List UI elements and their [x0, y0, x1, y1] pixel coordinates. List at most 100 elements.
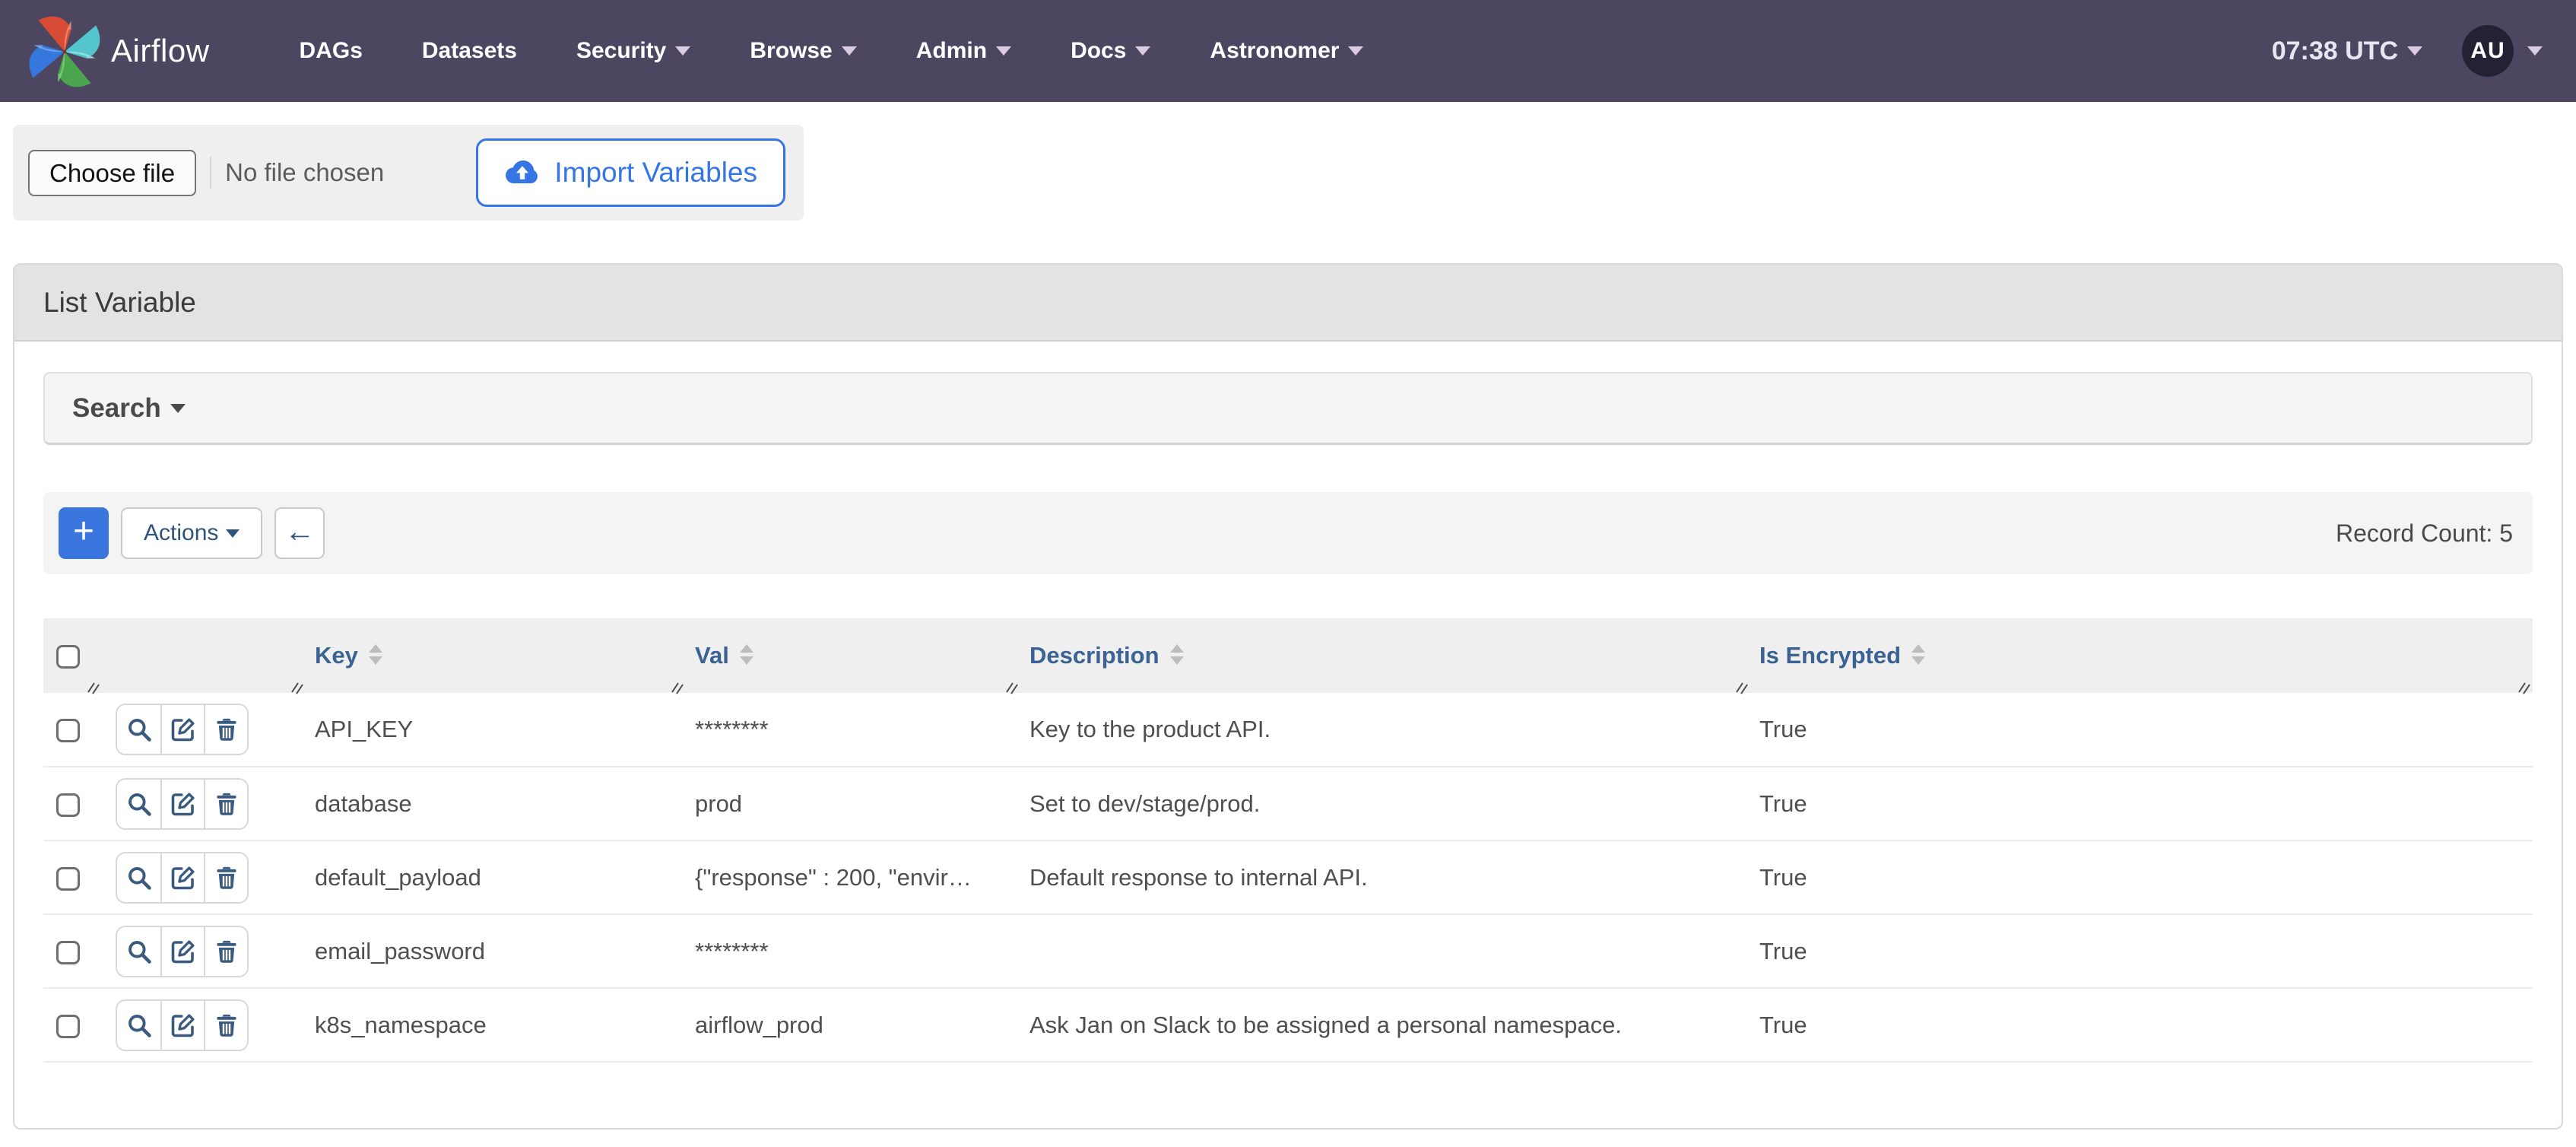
nav-item-browse[interactable]: Browse	[750, 38, 856, 64]
caret-down-icon	[675, 46, 690, 56]
view-record-button[interactable]	[117, 927, 160, 976]
delete-record-button[interactable]	[204, 780, 247, 828]
column-header-description[interactable]: Description	[1011, 618, 1741, 693]
delete-record-button[interactable]	[204, 853, 247, 902]
cloud-upload-icon	[504, 159, 541, 186]
cell-val: ********	[677, 914, 1011, 988]
cell-is-encrypted: True	[1741, 693, 2533, 767]
view-record-button[interactable]	[117, 1001, 160, 1050]
select-all-checkbox[interactable]	[56, 645, 80, 669]
nav-item-security[interactable]: Security	[576, 38, 690, 64]
row-actions-cell	[93, 988, 297, 1062]
cell-is-encrypted: True	[1741, 767, 2533, 840]
cell-description	[1011, 914, 1741, 988]
search-toggle[interactable]: Search	[43, 372, 2533, 445]
cell-key: k8s_namespace	[297, 988, 677, 1062]
airflow-pinwheel-logo	[27, 14, 100, 87]
back-button[interactable]: ←	[274, 507, 325, 559]
user-menu[interactable]: AU	[2462, 25, 2543, 77]
panel-header: List Variable	[14, 265, 2562, 342]
cell-description: Ask Jan on Slack to be assigned a person…	[1011, 988, 1741, 1062]
row-actions-cell	[93, 767, 297, 840]
row-checkbox[interactable]	[56, 719, 80, 742]
cell-description: Set to dev/stage/prod.	[1011, 767, 1741, 840]
caret-down-icon	[842, 46, 857, 56]
cell-is-encrypted: True	[1741, 988, 2533, 1062]
view-record-button[interactable]	[117, 705, 160, 754]
caret-down-icon	[1135, 46, 1150, 56]
file-input[interactable]: Choose file No file chosen	[28, 150, 384, 196]
list-variable-panel: List Variable Search + Actions ← Record …	[13, 263, 2563, 1130]
user-avatar[interactable]: AU	[2462, 25, 2514, 77]
brand-name: Airflow	[111, 33, 210, 69]
row-checkbox[interactable]	[56, 867, 80, 891]
column-header-key[interactable]: Key	[297, 618, 677, 693]
row-action-group	[116, 778, 249, 830]
actions-label: Actions	[144, 520, 218, 546]
row-checkbox[interactable]	[56, 793, 80, 817]
view-record-button[interactable]	[117, 780, 160, 828]
edit-record-button[interactable]	[160, 1001, 204, 1050]
column-resize-handle[interactable]	[289, 675, 306, 691]
caret-down-icon	[170, 404, 186, 413]
cell-val: ********	[677, 693, 1011, 767]
airflow-brand[interactable]: Airflow	[27, 14, 210, 87]
cell-key: API_KEY	[297, 693, 677, 767]
nav-item-docs[interactable]: Docs	[1071, 38, 1150, 64]
table-row: email_password ******** True	[43, 914, 2533, 988]
edit-icon	[170, 790, 197, 818]
row-checkbox[interactable]	[56, 1015, 80, 1038]
cell-is-encrypted: True	[1741, 914, 2533, 988]
caret-down-icon	[2407, 46, 2422, 56]
actions-column-header	[93, 618, 297, 693]
edit-record-button[interactable]	[160, 927, 204, 976]
file-status-text: No file chosen	[210, 157, 384, 189]
row-actions-cell	[93, 840, 297, 914]
nav-item-admin[interactable]: Admin	[916, 38, 1011, 64]
import-variables-button[interactable]: Import Variables	[476, 138, 785, 207]
sort-icon	[1170, 644, 1184, 665]
nav-item-dags[interactable]: DAGs	[300, 38, 363, 64]
cell-val: prod	[677, 767, 1011, 840]
magnifier-icon	[125, 716, 153, 743]
clock-label: 07:38 UTC	[2272, 37, 2398, 66]
trash-icon	[213, 1012, 240, 1039]
cell-is-encrypted: True	[1741, 840, 2533, 914]
cell-description: Default response to internal API.	[1011, 840, 1741, 914]
choose-file-button[interactable]: Choose file	[28, 150, 196, 196]
nav-item-datasets[interactable]: Datasets	[422, 38, 517, 64]
column-resize-handle[interactable]	[669, 675, 686, 691]
edit-record-button[interactable]	[160, 780, 204, 828]
row-actions-cell	[93, 693, 297, 767]
column-resize-handle[interactable]	[85, 675, 102, 691]
delete-record-button[interactable]	[204, 705, 247, 754]
sort-icon	[1911, 644, 1925, 665]
edit-record-button[interactable]	[160, 853, 204, 902]
table-row: k8s_namespace airflow_prod Ask Jan on Sl…	[43, 988, 2533, 1062]
row-checkbox[interactable]	[56, 941, 80, 964]
column-header-is-encrypted[interactable]: Is Encrypted	[1741, 618, 2533, 693]
navbar-right: 07:38 UTC AU	[2272, 25, 2543, 77]
row-action-group	[116, 852, 249, 904]
delete-record-button[interactable]	[204, 1001, 247, 1050]
column-resize-handle[interactable]	[2516, 675, 2533, 691]
sort-icon	[369, 644, 382, 665]
column-resize-handle[interactable]	[1004, 675, 1020, 691]
table-row: default_payload {"response" : 200, "envi…	[43, 840, 2533, 914]
delete-record-button[interactable]	[204, 927, 247, 976]
variables-table: Key Val Description	[43, 618, 2533, 1063]
edit-record-button[interactable]	[160, 705, 204, 754]
cell-key: database	[297, 767, 677, 840]
nav-item-astronomer[interactable]: Astronomer	[1210, 38, 1363, 64]
view-record-button[interactable]	[117, 853, 160, 902]
caret-down-icon	[226, 529, 240, 538]
caret-down-icon	[996, 46, 1011, 56]
import-variables-panel: Choose file No file chosen Import Variab…	[13, 125, 804, 221]
row-select-cell	[43, 693, 93, 767]
add-record-button[interactable]: +	[59, 507, 109, 559]
column-resize-handle[interactable]	[1734, 675, 1750, 691]
table-header-row: Key Val Description	[43, 618, 2533, 693]
timezone-dropdown[interactable]: 07:38 UTC	[2272, 37, 2422, 66]
actions-dropdown[interactable]: Actions	[121, 507, 262, 559]
column-header-val[interactable]: Val	[677, 618, 1011, 693]
